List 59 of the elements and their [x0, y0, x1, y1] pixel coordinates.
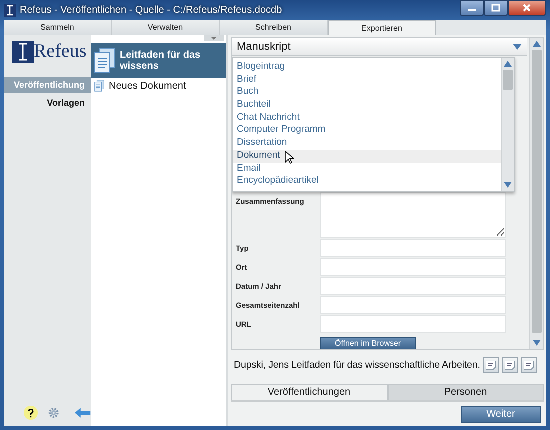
tab[interactable]: Veröffentlichungen: [231, 384, 388, 400]
documents-icon: [94, 48, 116, 74]
dropdown-option[interactable]: Dokument: [233, 150, 501, 162]
close-icon: [522, 4, 532, 12]
dropdown-option[interactable]: Blogeintrag: [233, 61, 501, 74]
dropdown-option[interactable]: Encyclopädieartikel: [233, 175, 501, 188]
scroll-down-icon[interactable]: [532, 340, 540, 346]
scrollbar-thumb[interactable]: [532, 50, 542, 333]
documents-icon: [94, 80, 105, 92]
maximize-icon: [491, 4, 501, 12]
dropdown-option[interactable]: Brief: [233, 74, 501, 86]
tab[interactable]: Schreiben: [220, 20, 328, 35]
minimize-button[interactable]: [460, 0, 484, 16]
close-button[interactable]: [508, 0, 546, 16]
type-dropdown[interactable]: Manuskript: [232, 38, 527, 56]
dropdown-option[interactable]: Chat Nachricht: [233, 112, 501, 124]
input-field[interactable]: [320, 296, 506, 314]
next-button[interactable]: Weiter: [461, 406, 541, 422]
citation-button[interactable]: [502, 357, 518, 373]
citation-button[interactable]: [483, 357, 500, 373]
citation-text: Dupski, Jens Leitfaden für das wissenschaftliche Arbeiten.: [234, 360, 480, 370]
input-field[interactable]: [320, 277, 506, 295]
document-item[interactable]: Neues Dokument: [91, 78, 226, 94]
logo-text: Refeus: [34, 41, 87, 63]
scroll-down-icon[interactable]: [504, 182, 512, 188]
sidebar-item[interactable]: Vorlagen: [4, 95, 91, 111]
citation-button[interactable]: [521, 357, 538, 373]
scrollbar[interactable]: [529, 38, 543, 349]
logo-icon: [12, 41, 34, 63]
scrollbar-thumb[interactable]: [503, 70, 513, 90]
dropdown-option[interactable]: Dissertation: [233, 137, 501, 150]
tab[interactable]: Exportieren: [328, 20, 436, 35]
back-arrow-icon[interactable]: [75, 408, 92, 418]
help-icon[interactable]: [28, 408, 34, 418]
maximize-button[interactable]: [484, 0, 508, 16]
tab[interactable]: Verwalten: [112, 20, 220, 35]
scroll-up-icon[interactable]: [504, 61, 512, 67]
settings-icon[interactable]: [48, 407, 60, 419]
dropdown-option[interactable]: Email: [233, 162, 501, 176]
text-area[interactable]: [320, 192, 506, 238]
note-icon: [505, 360, 516, 370]
document-item[interactable]: Leitfaden für das wissens: [91, 43, 226, 78]
tab[interactable]: Sammeln: [4, 20, 112, 35]
caret-icon: [513, 44, 522, 50]
note-icon: [486, 360, 496, 370]
window-title: Refeus - Veröffentlichen - Quelle - C:/Refeus/Refeus.docdb: [20, 4, 284, 16]
scrollbar[interactable]: [501, 58, 514, 191]
dropdown-option[interactable]: Computer Programm: [233, 124, 501, 138]
input-field[interactable]: [320, 258, 506, 276]
tab[interactable]: Personen: [388, 384, 544, 400]
app-icon: [4, 4, 16, 16]
dropdown-option[interactable]: Buchteil: [233, 99, 501, 112]
note-icon: [524, 360, 534, 370]
scroll-up-icon[interactable]: [532, 41, 540, 47]
input-field[interactable]: [320, 315, 506, 333]
input-field[interactable]: [320, 239, 506, 257]
open-in-browser-button[interactable]: Öffnen im Browser: [320, 337, 416, 349]
cursor-icon: [285, 150, 294, 164]
dropdown-option[interactable]: Buch: [233, 86, 501, 100]
